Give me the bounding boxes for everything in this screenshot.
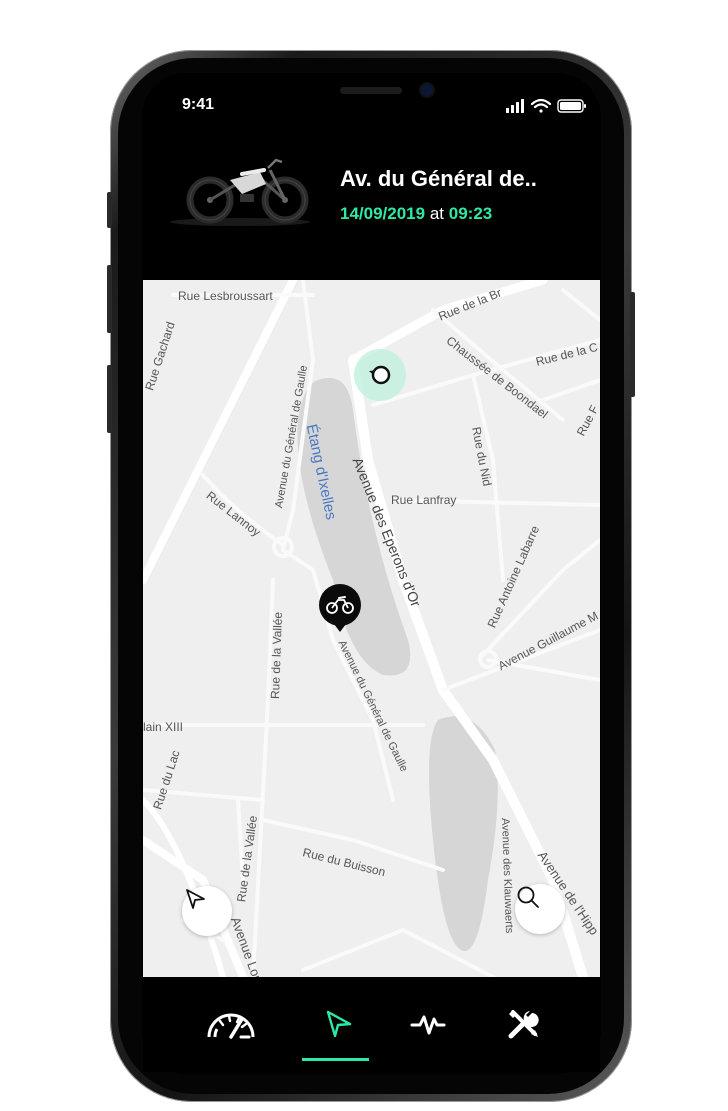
tools-icon — [508, 1010, 539, 1039]
street-label: Rue Lanfray — [391, 493, 457, 507]
navigation-arrow-icon — [186, 889, 205, 909]
activity-icon — [410, 1015, 446, 1035]
nav-tools[interactable] — [493, 999, 553, 1049]
navigation-arrow-icon — [326, 1010, 352, 1038]
notch — [244, 73, 502, 117]
search-button[interactable] — [515, 884, 565, 934]
battery-icon — [557, 99, 586, 113]
camera — [421, 84, 433, 96]
street-label: lain XIII — [143, 720, 184, 734]
nav-dashboard[interactable] — [201, 999, 261, 1049]
volume-up-button — [107, 265, 112, 333]
nav-activity[interactable] — [398, 999, 458, 1049]
trip-time: 09:23 — [448, 204, 493, 223]
status-icons — [504, 97, 588, 117]
trip-at-label: at — [429, 204, 445, 223]
signal-icon — [506, 99, 524, 113]
trip-title: Av. du Général de.. — [340, 166, 537, 191]
power-button — [630, 292, 635, 397]
bottom-nav — [143, 977, 600, 1072]
street-label: Rue Lesbroussart — [178, 289, 273, 303]
nav-navigation[interactable] — [308, 999, 368, 1049]
map[interactable]: Rue Lesbroussart Rue de la Br Rue Gachar… — [143, 280, 600, 977]
speedometer-icon — [207, 1013, 255, 1039]
locate-button[interactable] — [182, 886, 232, 936]
trip-datetime: 14/09/2019 at 09:23 — [340, 204, 492, 224]
speaker — [340, 87, 402, 94]
nav-active-indicator — [302, 1058, 369, 1061]
search-icon — [517, 886, 539, 908]
volume-down-button — [107, 365, 112, 433]
mute-switch — [107, 192, 112, 228]
motorbike-icon — [160, 150, 320, 230]
wifi-icon — [530, 98, 552, 113]
status-time: 9:41 — [182, 96, 215, 113]
trip-date: 14/09/2019 — [340, 204, 426, 223]
